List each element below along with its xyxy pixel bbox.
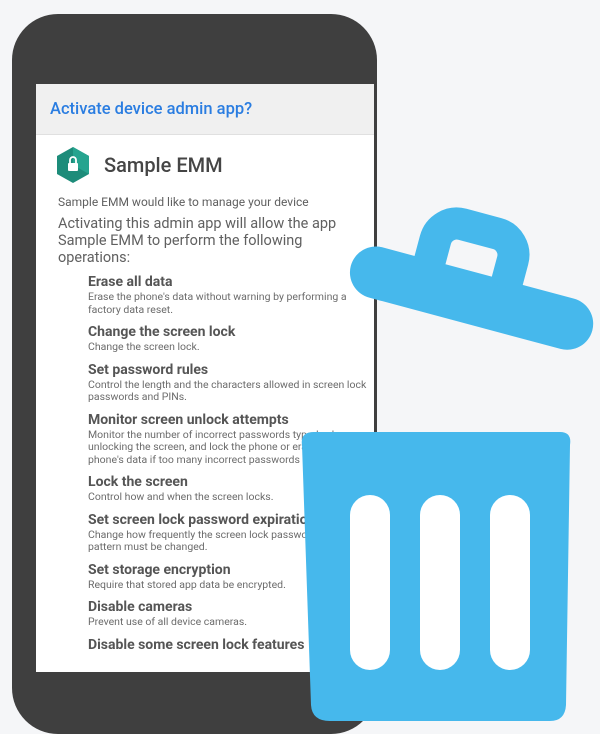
trash-icon (301, 207, 594, 721)
